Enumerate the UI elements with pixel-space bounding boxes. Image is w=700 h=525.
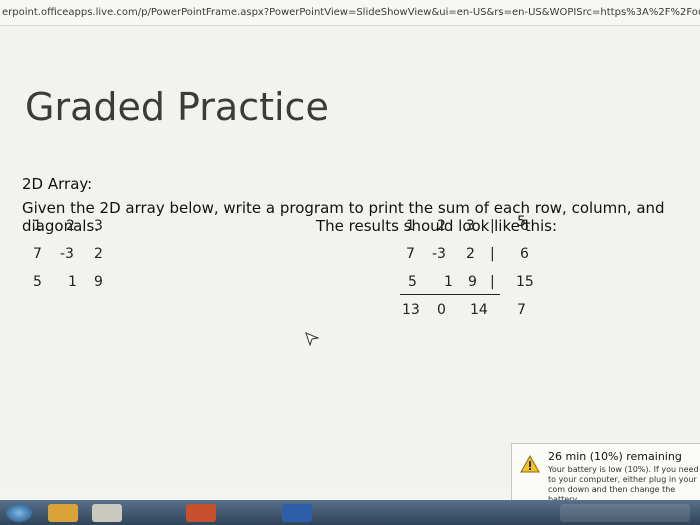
slide-subtitle: 2D Array: xyxy=(22,175,93,193)
row-sum: 6 xyxy=(520,246,529,262)
word-icon[interactable] xyxy=(282,504,312,522)
grid-cell: 2 xyxy=(94,246,103,262)
grid-cell: 5 xyxy=(408,274,417,290)
chrome-icon[interactable] xyxy=(92,504,122,522)
explorer-icon[interactable] xyxy=(48,504,78,522)
slide: Graded Practice 2D Array: Given the 2D a… xyxy=(0,27,700,489)
column-sum: 14 xyxy=(470,302,488,318)
address-bar[interactable]: erpoint.officeapps.live.com/p/PowerPoint… xyxy=(0,0,700,26)
grid-cell: 2 xyxy=(466,246,475,262)
grid-cell: 1 xyxy=(444,274,453,290)
row-separator: | xyxy=(490,218,495,234)
grid-cell: 1 xyxy=(33,218,42,234)
sum-underline xyxy=(400,294,500,295)
mouse-cursor-icon xyxy=(305,332,319,346)
row-separator: | xyxy=(490,274,495,290)
taskbar xyxy=(0,500,700,525)
grid-cell: 7 xyxy=(33,246,42,262)
battery-warning-icon xyxy=(520,454,540,473)
system-tray[interactable] xyxy=(560,504,690,522)
row-sum: 6 xyxy=(520,218,529,234)
notification-body: Your battery is low (10%). If you need t… xyxy=(548,465,699,504)
grid-cell: 2 xyxy=(437,218,446,234)
grid-cell: 1 xyxy=(68,274,77,290)
slide-title: Graded Practice xyxy=(25,85,329,129)
grid-cell: 3 xyxy=(94,218,103,234)
row-sum: 15 xyxy=(516,274,534,290)
grid-cell: -3 xyxy=(60,246,74,262)
grid-cell: 3 xyxy=(466,218,475,234)
battery-notification[interactable]: 26 min (10%) remaining Your battery is l… xyxy=(511,443,700,508)
grid-cell: 1 xyxy=(406,218,415,234)
grid-cell: 2 xyxy=(66,218,75,234)
column-sum: 13 xyxy=(402,302,420,318)
row-separator: | xyxy=(490,246,495,262)
grid-cell: 9 xyxy=(94,274,103,290)
column-sum: 0 xyxy=(437,302,446,318)
diagonal-sum: 7 xyxy=(517,302,526,318)
powerpoint-icon[interactable] xyxy=(186,504,216,522)
start-icon[interactable] xyxy=(6,504,32,522)
notification-headline: 26 min (10%) remaining xyxy=(548,450,682,463)
grid-cell: -3 xyxy=(432,246,446,262)
grid-cell: 9 xyxy=(468,274,477,290)
grid-cell: 5 xyxy=(33,274,42,290)
grid-cell: 7 xyxy=(406,246,415,262)
